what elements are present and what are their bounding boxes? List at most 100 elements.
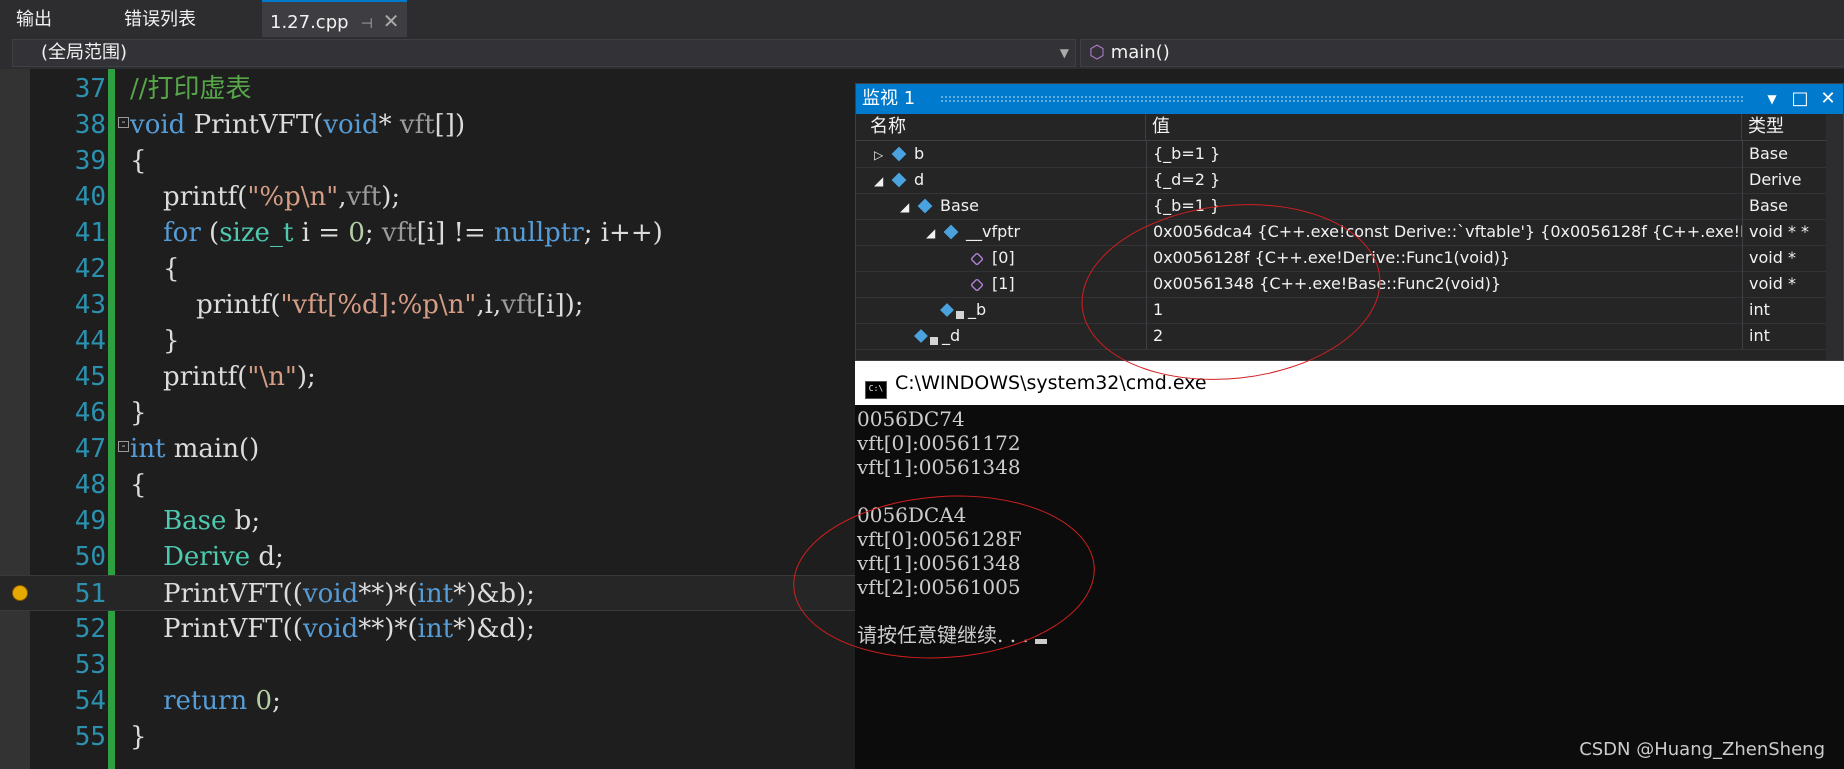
watch-type: int bbox=[1742, 297, 1826, 323]
line-number: 37 bbox=[74, 74, 106, 104]
code-text: Derive d; bbox=[163, 542, 284, 572]
code-line: 45 printf("\n"); bbox=[0, 359, 855, 395]
watch-row[interactable]: ◢ __vfptr 0x0056dca4 {C++.exe!const Deriv… bbox=[856, 219, 1826, 246]
field-icon bbox=[940, 303, 954, 317]
code-line: 44 } bbox=[0, 323, 855, 359]
code-line: 52 PrintVFT((void**)*(int*)&d); bbox=[0, 611, 855, 647]
code-text: printf("\n"); bbox=[130, 362, 316, 392]
code-text: return 0; bbox=[163, 686, 281, 716]
code-line: 46 } bbox=[0, 395, 855, 431]
pointer-icon bbox=[970, 278, 984, 292]
console-line: vft[1]:00561348 bbox=[857, 551, 1021, 575]
watch-name: [1] bbox=[992, 274, 1015, 293]
code-text: } bbox=[130, 326, 180, 356]
collapse-icon[interactable]: ◢ bbox=[874, 168, 888, 193]
watermark: CSDN @Huang_ZhenSheng bbox=[1579, 739, 1825, 760]
header-type[interactable]: 类型 bbox=[1742, 114, 1826, 140]
tab-output[interactable]: 输出 bbox=[16, 0, 52, 37]
watch-name: _b bbox=[968, 300, 987, 319]
breakpoint-arrow-icon[interactable] bbox=[12, 585, 28, 601]
watch-row[interactable]: ▷ b {_b=1 } Base bbox=[856, 141, 1826, 168]
watch-value[interactable]: {_d=2 } bbox=[1146, 167, 1742, 193]
collapse-icon[interactable]: - bbox=[118, 116, 129, 128]
watch-row[interactable]: [0] 0x0056128f {C++.exe!Derive::Func1(vo… bbox=[856, 245, 1826, 272]
code-editor[interactable]: 37 //打印虚表 38 - void PrintVFT(void* vft[]… bbox=[0, 69, 855, 769]
watch-row[interactable]: [1] 0x00561348 {C++.exe!Base::Func2(void… bbox=[856, 271, 1826, 298]
maximize-icon[interactable]: □ bbox=[1787, 84, 1813, 114]
watch-row[interactable]: ◢ d {_d=2 } Derive bbox=[856, 167, 1826, 194]
close-icon[interactable]: ✕ bbox=[1815, 84, 1841, 114]
header-name[interactable]: 名称 bbox=[856, 114, 1146, 140]
collapse-icon[interactable]: ◢ bbox=[926, 220, 940, 245]
line-number: 44 bbox=[74, 326, 106, 356]
watch-window: 监视 1 ▼ □ ✕ 名称 值 类型 ▷ b {_b=1 } Base ◢ d {_… bbox=[855, 83, 1844, 361]
collapse-icon[interactable]: ◢ bbox=[900, 194, 914, 219]
header-value[interactable]: 值 bbox=[1146, 114, 1742, 140]
code-line: 49 Base b; bbox=[0, 503, 855, 539]
line-number: 48 bbox=[74, 470, 106, 500]
console-line: vft[2]:00561005 bbox=[857, 575, 1021, 599]
code-line: 40 printf("%p\n",vft); bbox=[0, 179, 855, 215]
expand-icon[interactable]: ▷ bbox=[874, 142, 888, 167]
chevron-down-icon: ▼ bbox=[1059, 46, 1069, 60]
lock-icon bbox=[930, 337, 938, 345]
watch-type: void * * bbox=[1742, 219, 1826, 245]
watch-row[interactable]: _d 2 int bbox=[856, 323, 1826, 350]
line-number: 40 bbox=[74, 182, 106, 212]
scope-dropdown[interactable]: (全局范围) ▼ bbox=[12, 39, 1076, 67]
code-text: { bbox=[130, 254, 180, 284]
watch-value[interactable]: 0x00561348 {C++.exe!Base::Func2(void)} bbox=[1146, 271, 1742, 297]
code-text: printf("vft[%d]:%p\n",i,vft[i]); bbox=[130, 290, 584, 320]
document-tab-strip: 输出 错误列表 1.27.cpp ⊣ ✕ bbox=[0, 0, 1844, 38]
line-number: 49 bbox=[74, 506, 106, 536]
console-prompt-line: 请按任意键继续. . . bbox=[857, 623, 1048, 647]
function-dropdown[interactable]: ⬡ main() bbox=[1080, 39, 1844, 67]
code-line: 42 { bbox=[0, 251, 855, 287]
code-line: 39 { bbox=[0, 143, 855, 179]
collapse-icon[interactable]: - bbox=[118, 440, 129, 452]
code-text: } bbox=[130, 722, 147, 752]
watch-scrollbar[interactable] bbox=[1826, 114, 1843, 360]
object-icon bbox=[943, 224, 959, 240]
code-text: //打印虚表 bbox=[130, 74, 252, 104]
close-icon[interactable]: ✕ bbox=[383, 9, 400, 33]
code-text: PrintVFT((void**)*(int*)&b); bbox=[130, 579, 535, 609]
watch-value[interactable]: 0x0056dca4 {C++.exe!const Derive::`vftab… bbox=[1146, 219, 1742, 245]
console-title-bar[interactable]: C:\ C:\WINDOWS\system32\cmd.exe bbox=[855, 361, 1844, 405]
line-number: 46 bbox=[74, 398, 106, 428]
code-line: 50 Derive d; bbox=[0, 539, 855, 575]
dropdown-icon[interactable]: ▼ bbox=[1759, 84, 1785, 114]
tab-output-label: 输出 bbox=[16, 9, 52, 30]
watch-value[interactable]: 2 bbox=[1146, 323, 1742, 349]
watch-type: void * bbox=[1742, 271, 1826, 297]
field-icon bbox=[914, 329, 928, 343]
line-number: 45 bbox=[74, 362, 106, 392]
watch-value[interactable]: {_b=1 } bbox=[1146, 193, 1742, 219]
code-line: 41 for (size_t i = 0; vft[i] != nullptr;… bbox=[0, 215, 855, 251]
code-text: { bbox=[130, 470, 147, 500]
watch-name: _d bbox=[942, 326, 961, 345]
watch-row[interactable]: ◢ Base {_b=1 } Base bbox=[856, 193, 1826, 220]
console-line: vft[0]:00561172 bbox=[857, 431, 1021, 455]
tab-error-list[interactable]: 错误列表 bbox=[124, 0, 196, 37]
watch-value[interactable]: 0x0056128f {C++.exe!Derive::Func1(void)} bbox=[1146, 245, 1742, 271]
console-window[interactable]: C:\ C:\WINDOWS\system32\cmd.exe 0056DC74 … bbox=[855, 361, 1844, 769]
watch-value[interactable]: 1 bbox=[1146, 297, 1742, 323]
tab-error-list-label: 错误列表 bbox=[124, 9, 196, 30]
watch-type: void * bbox=[1742, 245, 1826, 271]
line-number: 51 bbox=[74, 579, 106, 609]
drag-grip[interactable] bbox=[940, 95, 1743, 103]
watch-title-bar[interactable]: 监视 1 ▼ □ ✕ bbox=[856, 84, 1843, 114]
watch-value[interactable]: {_b=1 } bbox=[1146, 141, 1742, 167]
watch-row[interactable]: _b 1 int bbox=[856, 297, 1826, 324]
watch-name-cell: ◢ Base bbox=[856, 193, 1190, 219]
console-prompt: 请按任意键继续. . . bbox=[857, 623, 1036, 647]
tab-1-27-cpp[interactable]: 1.27.cpp ⊣ ✕ bbox=[262, 0, 407, 37]
object-icon bbox=[891, 172, 907, 188]
code-text: printf("%p\n",vft); bbox=[130, 182, 401, 212]
code-text: Base b; bbox=[163, 506, 261, 536]
navigation-bar: (全局范围) ▼ ⬡ main() bbox=[0, 37, 1844, 69]
pin-icon[interactable]: ⊣ bbox=[361, 16, 373, 32]
watch-type: Derive bbox=[1742, 167, 1826, 193]
cmd-icon: C:\ bbox=[865, 381, 887, 399]
